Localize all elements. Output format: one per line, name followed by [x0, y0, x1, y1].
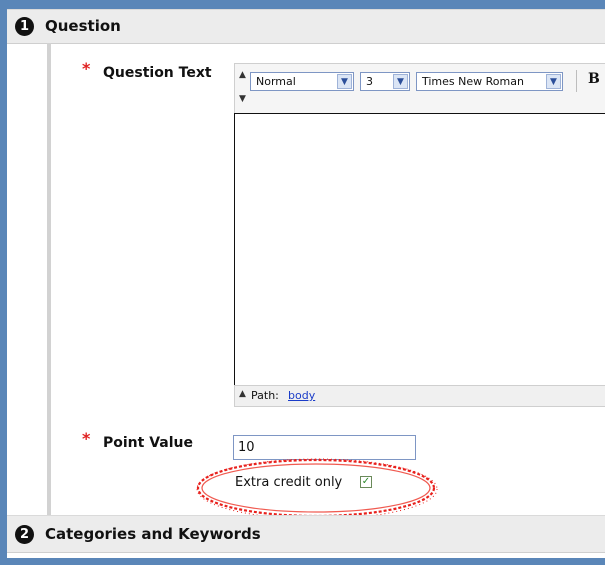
- format-select-value: Normal: [256, 75, 296, 88]
- question-text-editor[interactable]: [234, 113, 605, 387]
- step-number-1: 1: [15, 17, 34, 36]
- format-select[interactable]: Normal ▼: [250, 72, 354, 91]
- editor-toolbar: ▲ ▼ Normal ▼ 3 ▼ Times New Roman ▼ B: [234, 63, 605, 115]
- section-header-categories: 2 Categories and Keywords: [7, 515, 605, 553]
- chevron-down-icon: ▼: [393, 74, 408, 89]
- question-form-panel: 1 Question * Question Text ▲ ▼ Normal ▼ …: [7, 9, 605, 558]
- extra-credit-label: Extra credit only: [235, 475, 343, 490]
- bold-button[interactable]: B: [588, 71, 600, 87]
- chevron-down-icon: ▼: [337, 74, 352, 89]
- editor-status-bar: ▲ Path: body: [234, 385, 605, 407]
- font-size-select-value: 3: [366, 75, 373, 88]
- chevron-down-icon: ▼: [546, 74, 561, 89]
- section-indent-bar: [47, 43, 51, 515]
- toolbar-expand-down-icon[interactable]: ▼: [239, 94, 246, 104]
- section-title-question: Question: [45, 17, 121, 35]
- extra-credit-checkbox[interactable]: ✓: [360, 476, 372, 488]
- question-text-label: Question Text: [103, 65, 212, 81]
- toolbar-divider: [576, 70, 577, 92]
- path-body-link[interactable]: body: [288, 389, 315, 402]
- font-family-select-value: Times New Roman: [422, 75, 524, 88]
- required-marker-point-value: *: [82, 429, 91, 448]
- point-value-label: Point Value: [103, 435, 193, 451]
- font-size-select[interactable]: 3 ▼: [360, 72, 410, 91]
- section-header-question: 1 Question: [7, 9, 605, 44]
- required-marker-question-text: *: [82, 59, 91, 78]
- toolbar-collapse-up-icon[interactable]: ▲: [239, 70, 246, 80]
- font-family-select[interactable]: Times New Roman ▼: [416, 72, 563, 91]
- step-number-2: 2: [15, 525, 34, 544]
- section-title-categories: Categories and Keywords: [45, 525, 261, 543]
- status-collapse-up-icon[interactable]: ▲: [239, 389, 246, 399]
- path-label: Path:: [251, 389, 279, 402]
